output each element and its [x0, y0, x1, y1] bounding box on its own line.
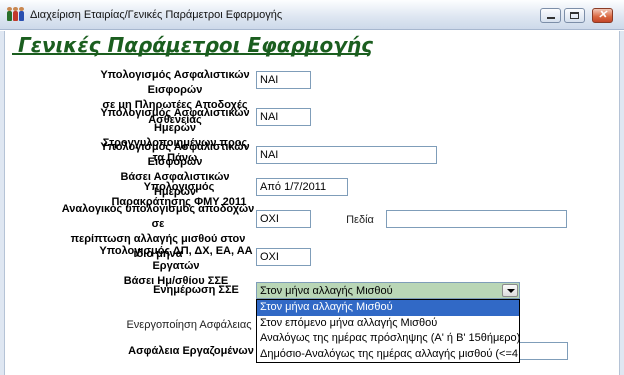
label-line: Υπολογισμός Ασφαλιστικών Εισφορών: [100, 69, 250, 96]
minimize-button[interactable]: [540, 8, 561, 23]
sse-update-select[interactable]: Στον μήνα αλλαγής Μισθού: [256, 282, 520, 299]
page-title-underline: [12, 53, 370, 55]
label-line: Υπολογισμός ΔΠ, ΔΧ, ΕΑ, ΑΑ Εργατών: [99, 245, 253, 272]
insurance-sick-field[interactable]: ΝΑΙ: [256, 71, 311, 89]
dropdown-option[interactable]: Δημόσιο-Αναλόγως της ημέρας αλλαγής μισθ…: [257, 347, 519, 363]
close-button[interactable]: ✕: [592, 8, 613, 23]
window-frame-right: [619, 31, 624, 375]
maximize-icon: [570, 12, 579, 19]
sse-update-options-list: Στον μήνα αλλαγής Μισθού Στον επόμενο μή…: [256, 299, 520, 363]
content-area: Γενικές Παράμετροι Εφαρμογής Υπολογισμός…: [0, 31, 624, 375]
close-icon: ✕: [597, 9, 608, 21]
dropdown-option[interactable]: Αναλόγως της ημέρας πρόσληψης (Α' ή Β' 1…: [257, 331, 519, 347]
window-frame-left: [0, 31, 5, 375]
window-title: Διαχείριση Εταιρίας/Γενικές Παράμετροι Ε…: [30, 9, 283, 21]
chevron-down-icon[interactable]: [502, 284, 518, 297]
maximize-button[interactable]: [564, 8, 585, 23]
insurance-by-days-field[interactable]: ΝΑΙ: [256, 146, 437, 164]
sse-update-value: Στον μήνα αλλαγής Μισθού: [260, 285, 393, 297]
proportional-salary-field[interactable]: ΟΧΙ: [256, 210, 311, 228]
workers-calc-field[interactable]: ΟΧΙ: [256, 248, 311, 266]
fields-label: Πεδία: [346, 214, 374, 226]
sse-update-label: Ενημέρωση ΣΣΕ: [153, 284, 239, 296]
dropdown-option[interactable]: Στον μήνα αλλαγής Μισθού: [257, 300, 519, 316]
label-line: Αναλογικός υπολογισμός αποδοχών σε: [61, 203, 255, 230]
label-line: Υπολογισμός Ασφαλιστικών Εισφορών: [100, 141, 250, 168]
title-bar: Διαχείριση Εταιρίας/Γενικές Παράμετροι Ε…: [0, 0, 624, 30]
label-line: Υπολογισμός Ασφαλιστικών Ημερών: [100, 107, 250, 134]
insurance-days-rounding-field[interactable]: ΝΑΙ: [256, 108, 311, 126]
minimize-icon: [547, 17, 555, 19]
fields-input[interactable]: [386, 210, 567, 228]
insurance-activation-label: Ενεργοποίηση Ασφάλειας: [126, 319, 252, 331]
tax-withholding-field[interactable]: Από 1/7/2011: [256, 178, 348, 196]
employee-insurance-label: Ασφάλεια Εργαζομένων: [128, 345, 254, 357]
people-icon: [7, 7, 25, 22]
dropdown-option[interactable]: Στον επόμενο μήνα αλλαγής Μισθού: [257, 316, 519, 332]
